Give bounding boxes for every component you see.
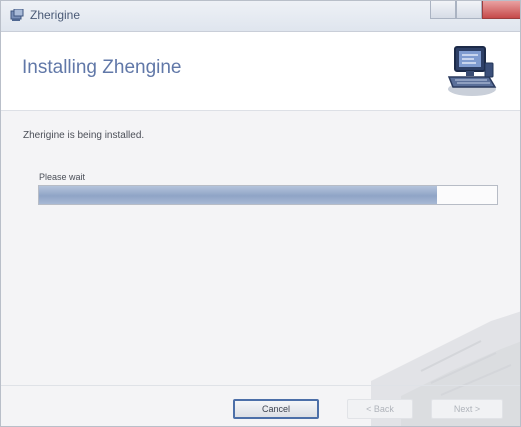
window-controls	[430, 1, 520, 21]
footer-divider	[1, 385, 520, 386]
cancel-button[interactable]: Cancel	[233, 399, 319, 419]
maximize-button[interactable]	[456, 1, 482, 19]
progress-bar	[38, 185, 498, 205]
installer-computer-icon	[447, 46, 497, 96]
back-button[interactable]: < Back	[347, 399, 413, 419]
progress-label: Please wait	[39, 172, 86, 182]
window-title: Zherigine	[30, 8, 81, 22]
progress-fill	[39, 186, 438, 204]
title-bar[interactable]: Zherigine	[1, 1, 520, 32]
app-icon	[10, 9, 24, 21]
close-button[interactable]	[482, 1, 520, 19]
next-button[interactable]: Next >	[431, 399, 503, 419]
page-title: Installing Zhengine	[22, 57, 182, 78]
status-text: Zherigine is being installed.	[23, 130, 145, 141]
installer-window: Zherigine Installing Zhengine Zherigine …	[0, 0, 521, 427]
minimize-button[interactable]	[430, 1, 456, 19]
